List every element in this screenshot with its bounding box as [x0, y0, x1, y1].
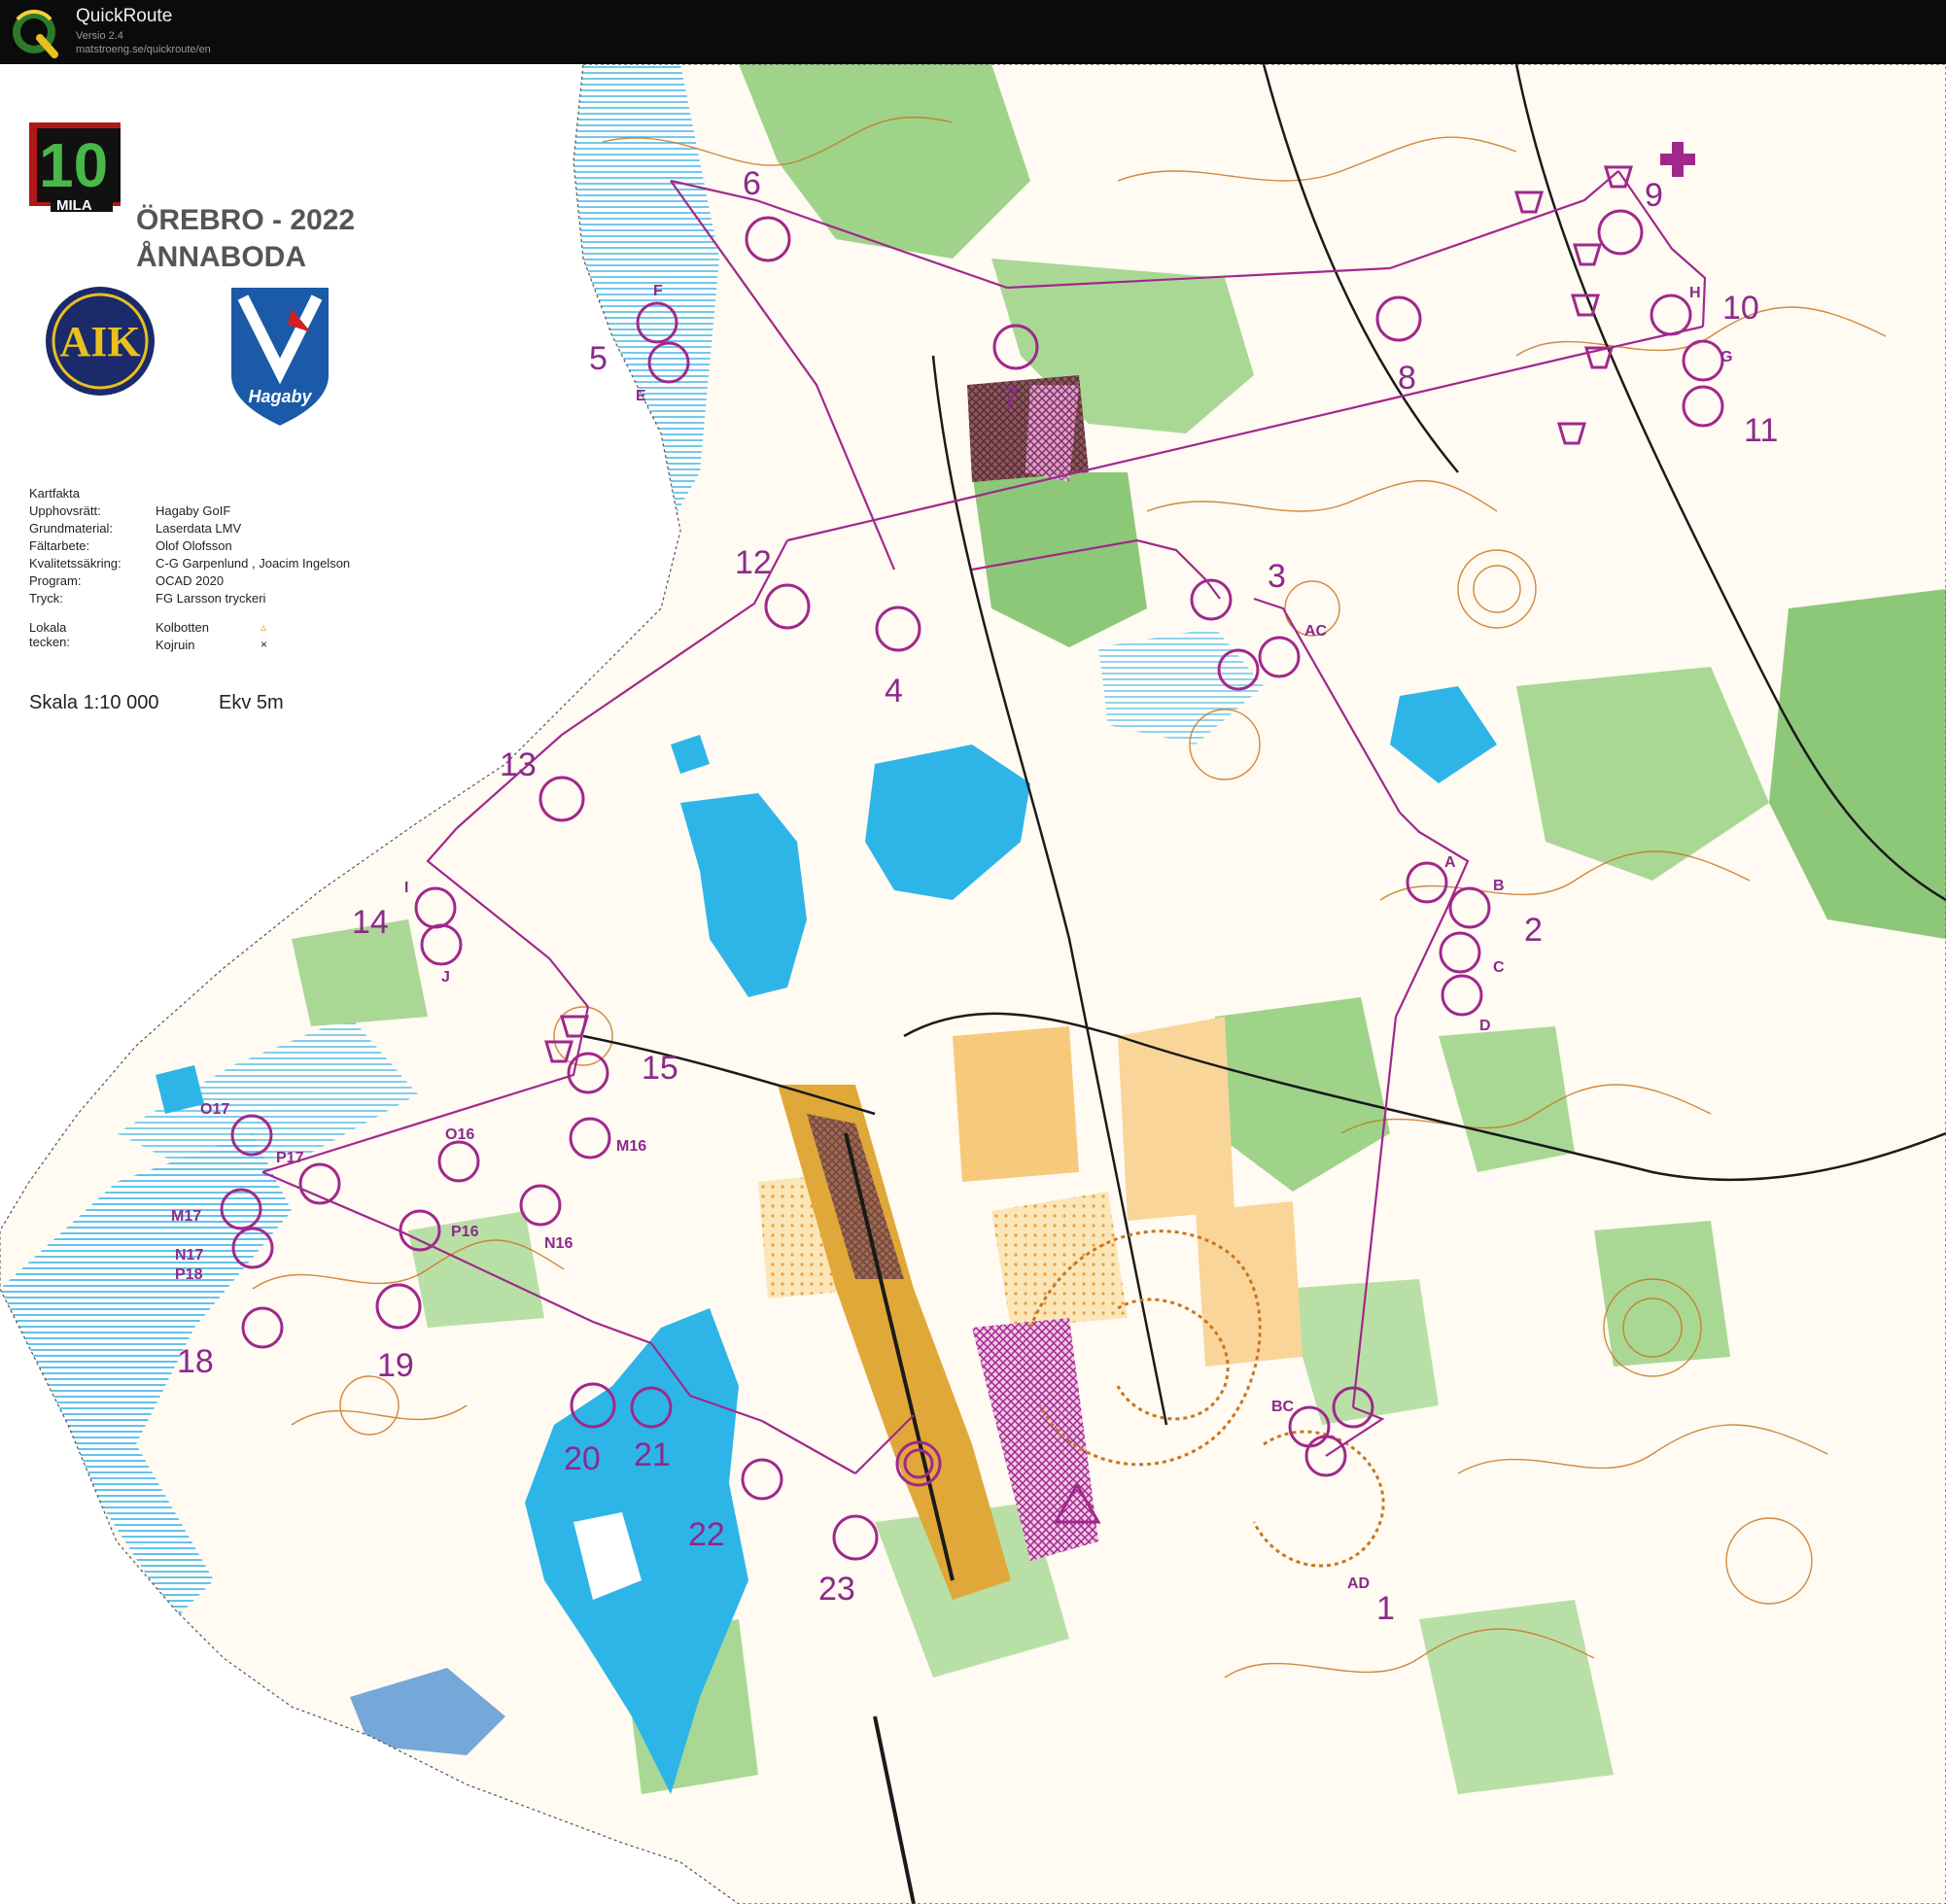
fork-o16: O16: [445, 1126, 474, 1143]
fork-i: I: [404, 880, 408, 896]
contour-interval: Ekv 5m: [219, 692, 284, 713]
fork-j: J: [441, 969, 450, 986]
fork-o17: O17: [200, 1101, 229, 1118]
control-label-12: 12: [735, 544, 772, 581]
control-label-11: 11: [1744, 412, 1778, 449]
control-label-10: 10: [1722, 290, 1759, 327]
control-label-5: 5: [589, 340, 608, 377]
control-label-8: 8: [1398, 360, 1416, 397]
control-label-19: 19: [377, 1347, 414, 1384]
app-url[interactable]: matstroeng.se/quickroute/en: [76, 44, 211, 55]
event-title: ÖREBRO - 2022 ÅNNABODA: [136, 202, 355, 276]
fork-n17: N17: [175, 1247, 203, 1264]
control-label-2: 2: [1524, 912, 1543, 949]
svg-text:MILA: MILA: [56, 197, 92, 214]
svg-text:AIK: AIK: [59, 318, 140, 365]
control-label-14: 14: [352, 904, 389, 941]
control-label-6: 6: [743, 165, 761, 202]
app-name: QuickRoute: [76, 6, 173, 26]
fork-bc: BC: [1271, 1399, 1295, 1415]
fork-p17: P17: [276, 1150, 304, 1166]
control-label-13: 13: [500, 746, 537, 783]
control-label-22: 22: [688, 1516, 725, 1553]
event-title-line2: ÅNNABODA: [136, 241, 306, 273]
aik-club-logo: AIK: [46, 287, 155, 396]
fork-h: H: [1689, 285, 1701, 301]
control-label-15: 15: [642, 1050, 678, 1087]
hagaby-club-logo: Hagaby: [231, 288, 329, 426]
svg-text:10: 10: [39, 130, 108, 200]
fork-e: E: [636, 388, 646, 404]
control-label-4: 4: [885, 673, 903, 710]
fork-ad: AD: [1347, 1575, 1370, 1592]
kojruin-icon: ×: [261, 638, 268, 651]
fork-d: D: [1479, 1018, 1491, 1034]
control-label-23: 23: [818, 1571, 855, 1608]
control-label-21: 21: [634, 1437, 671, 1473]
control-label-7: 7: [1001, 381, 1020, 418]
fork-b: B: [1493, 878, 1505, 894]
control-label-18: 18: [177, 1343, 214, 1380]
kolbotten-icon: ▵: [261, 620, 267, 634]
orienteering-map[interactable]: 1 2 3 4 5 6 7 8 9 10 11 12 13 14 15 18 1…: [0, 64, 1946, 1904]
map-scale: Skala 1:10 000: [29, 692, 159, 713]
app-version: Versio 2.4: [76, 30, 123, 42]
fork-p18: P18: [175, 1266, 203, 1283]
tiomila-logo: 10 MILA: [29, 122, 121, 214]
fork-g: G: [1720, 349, 1732, 365]
fork-f: F: [653, 283, 663, 299]
fork-m16: M16: [616, 1138, 646, 1155]
control-label-1: 1: [1376, 1590, 1395, 1627]
fork-m17: M17: [171, 1208, 201, 1225]
fork-p16: P16: [451, 1224, 479, 1240]
fork-a: A: [1444, 854, 1456, 871]
control-label-20: 20: [564, 1440, 601, 1477]
svg-text:Hagaby: Hagaby: [248, 387, 312, 406]
quickroute-logo-icon: [13, 9, 58, 58]
map-canvas[interactable]: 1 2 3 4 5 6 7 8 9 10 11 12 13 14 15 18 1…: [0, 64, 1946, 1904]
title-bar: QuickRoute Versio 2.4 matstroeng.se/quic…: [0, 0, 1946, 64]
fork-ac: AC: [1304, 623, 1328, 640]
event-title-line1: ÖREBRO - 2022: [136, 204, 356, 236]
fork-c: C: [1493, 959, 1505, 976]
control-label-3: 3: [1268, 558, 1286, 595]
fork-n16: N16: [544, 1235, 573, 1252]
control-label-9: 9: [1645, 177, 1663, 214]
